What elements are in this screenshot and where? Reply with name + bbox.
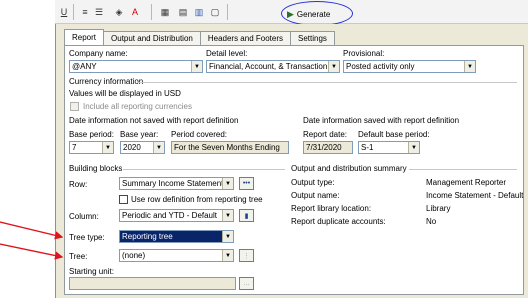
tab-report[interactable]: Report bbox=[64, 29, 105, 45]
annotation-arrow-tree-type bbox=[0, 221, 64, 240]
annotation-arrow-tree bbox=[0, 243, 64, 260]
